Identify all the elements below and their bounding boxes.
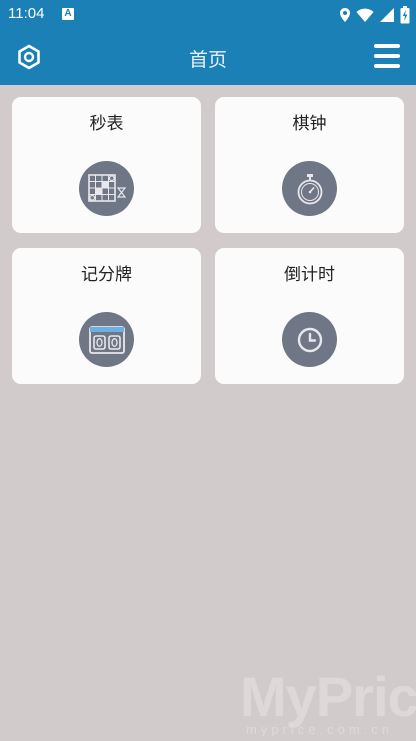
watermark-domain: myprice.com.cn: [246, 722, 394, 737]
card-countdown[interactable]: 倒计时: [215, 248, 404, 384]
notification-icon: A: [62, 8, 74, 20]
card-scoreboard[interactable]: 记分牌: [12, 248, 201, 384]
card-icon-circle: [79, 161, 134, 216]
card-icon-circle: [282, 312, 337, 367]
clock-icon: [297, 327, 322, 352]
card-label: 棋钟: [292, 114, 327, 134]
watermark: MyPrice: [240, 665, 416, 728]
card-chess-clock[interactable]: 棋钟: [215, 97, 404, 233]
card-label: 秒表: [89, 114, 124, 134]
chess-board-icon: [87, 173, 126, 202]
battery-icon: [400, 6, 410, 24]
app-bar: 首页: [0, 30, 416, 85]
status-icons: [339, 6, 410, 24]
stopwatch-icon: [297, 173, 322, 204]
menu-button[interactable]: [374, 44, 400, 68]
wifi-icon: [356, 8, 374, 22]
card-stopwatch[interactable]: 秒表: [12, 97, 201, 233]
scoreboard-icon: [88, 325, 125, 354]
menu-icon: [374, 44, 400, 48]
signal-icon: [380, 8, 394, 22]
status-time: 11:04: [8, 5, 45, 22]
location-icon: [340, 8, 350, 22]
status-bar: 11:04 A: [0, 0, 416, 30]
card-label: 倒计时: [284, 265, 335, 285]
card-label: 记分牌: [81, 265, 132, 285]
card-icon-circle: [79, 312, 134, 367]
page-title: 首页: [188, 49, 227, 71]
card-icon-circle: [282, 161, 337, 216]
